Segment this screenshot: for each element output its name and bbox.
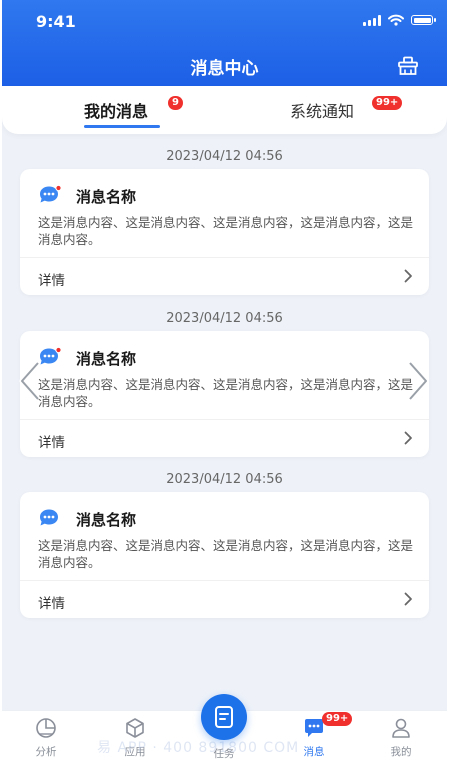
active-tab-indicator [84, 125, 160, 128]
message-title: 消息名称 [76, 188, 137, 206]
nav-label: 我的 [390, 746, 412, 758]
chart-pie-icon [36, 718, 56, 738]
nav-analysis[interactable]: 分析 [16, 717, 76, 759]
message-bubble-icon [40, 509, 58, 526]
message-time: 2023/04/12 04:56 [166, 311, 283, 326]
header: 9:41 消息中心 [2, 0, 447, 86]
detail-link[interactable]: 详情 [38, 269, 65, 289]
chevron-right-icon[interactable] [406, 360, 430, 402]
nav-label: 分析 [35, 746, 57, 758]
card-divider [20, 257, 429, 258]
status-time: 9:41 [36, 12, 76, 31]
my-messages-badge: 9 [168, 96, 183, 110]
chevron-right-icon[interactable] [404, 431, 413, 445]
chevron-right-icon[interactable] [404, 269, 413, 283]
message-content: 这是消息内容、这是消息内容、这是消息内容，这是消息内容，这是消息内容。 [38, 377, 414, 409]
tab-my-messages[interactable]: 我的消息 [84, 98, 148, 122]
card-divider [20, 419, 429, 420]
message-time: 2023/04/12 04:56 [166, 149, 283, 164]
task-icon [215, 706, 233, 728]
tab-system-notices[interactable]: 系统通知 [290, 98, 354, 122]
message-card[interactable]: 消息名称 这是消息内容、这是消息内容、这是消息内容，这是消息内容，这是消息内容。… [20, 169, 429, 295]
chevron-left-icon[interactable] [18, 360, 42, 402]
user-icon [392, 718, 410, 738]
page-title: 消息中心 [190, 59, 259, 79]
signal-icon [363, 14, 381, 26]
message-card[interactable]: 消息名称 这是消息内容、这是消息内容、这是消息内容，这是消息内容，这是消息内容。… [20, 331, 429, 457]
message-title: 消息名称 [76, 350, 137, 368]
message-card[interactable]: 消息名称 这是消息内容、这是消息内容、这是消息内容，这是消息内容，这是消息内容。… [20, 492, 429, 618]
message-bubble-icon [40, 185, 62, 203]
message-time: 2023/04/12 04:56 [166, 472, 283, 487]
chevron-right-icon[interactable] [404, 592, 413, 606]
message-content: 这是消息内容、这是消息内容、这是消息内容，这是消息内容，这是消息内容。 [38, 538, 414, 570]
cube-icon [126, 718, 144, 738]
wifi-icon [388, 14, 404, 26]
system-notices-badge: 99+ [372, 96, 403, 110]
message-tabs: 我的消息 9 系统通知 99+ [2, 86, 447, 134]
message-content: 这是消息内容、这是消息内容、这是消息内容，这是消息内容，这是消息内容。 [38, 215, 414, 247]
detail-link[interactable]: 详情 [38, 592, 65, 612]
detail-link[interactable]: 详情 [38, 431, 65, 451]
battery-icon [411, 15, 436, 25]
nav-messages-badge: 99+ [322, 712, 353, 726]
phone-screen: 9:41 消息中心 我的消息 9 系统通知 99+ 2023/04/12 04: [2, 0, 447, 767]
card-divider [20, 580, 429, 581]
clear-messages-icon[interactable] [397, 56, 419, 76]
nav-tasks-button[interactable] [201, 694, 247, 740]
nav-label: 任务 [213, 748, 235, 760]
message-title: 消息名称 [76, 511, 137, 529]
nav-profile[interactable]: 我的 [371, 717, 431, 759]
status-icons [363, 14, 436, 26]
